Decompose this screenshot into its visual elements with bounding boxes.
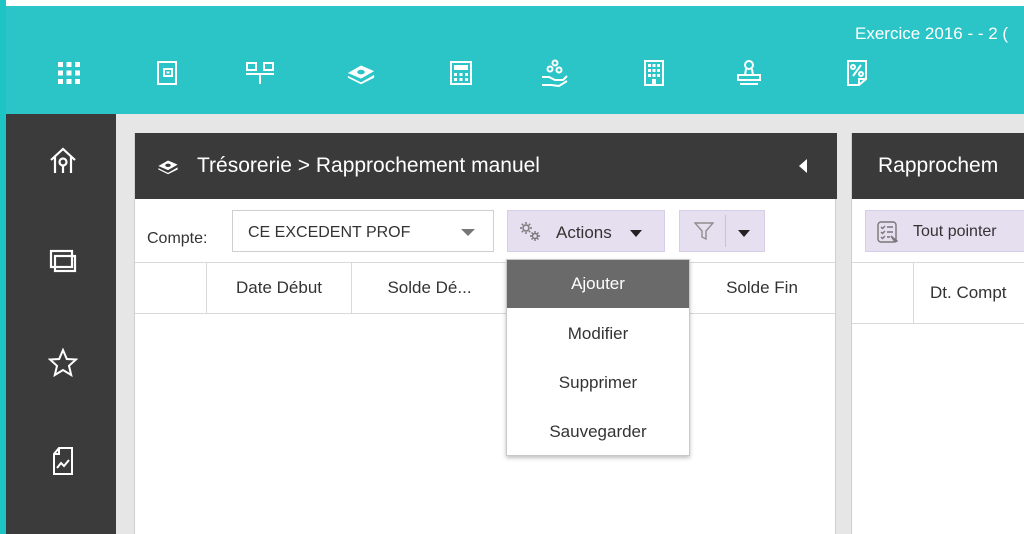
- report-chart-icon[interactable]: [46, 444, 80, 478]
- exercise-label: Exercice 2016 - - 2 (: [855, 24, 1009, 43]
- actions-menu: Ajouter Modifier Supprimer Sauvegarder: [506, 259, 690, 456]
- column-header-solde-fin[interactable]: Solde Fin: [687, 263, 837, 313]
- left-sidebar: [6, 114, 116, 534]
- column-header-select[interactable]: [135, 263, 207, 313]
- panel-toolbar: Compte: CE EXCEDENT PROF Actions: [135, 199, 837, 262]
- matching-panel: Rapprochem Tout pointer Dt. Compt: [851, 133, 1024, 534]
- tout-pointer-button[interactable]: Tout pointer: [865, 210, 1024, 252]
- grid-header: Date Début Solde Dé... Solde Fin: [135, 262, 837, 314]
- apps-grid-icon[interactable]: [54, 58, 84, 88]
- money-stack-icon: [157, 157, 179, 180]
- star-icon[interactable]: [46, 346, 80, 380]
- right-panel-title: Rapprochem: [878, 154, 999, 177]
- money-stack-icon[interactable]: [346, 58, 376, 88]
- filter-button[interactable]: [679, 210, 765, 252]
- org-chart-icon[interactable]: [245, 58, 275, 88]
- panel-header: Trésorerie > Rapprochement manuel: [135, 133, 837, 199]
- menu-item-sauvegarder[interactable]: Sauvegarder: [507, 408, 689, 456]
- right-grid-header: Dt. Compt: [852, 262, 1024, 324]
- filter-icon: [693, 221, 715, 246]
- column-header-dt-compt[interactable]: Dt. Compt: [930, 263, 1007, 323]
- right-column-header-select[interactable]: [852, 263, 914, 323]
- percent-document-icon[interactable]: [842, 58, 872, 88]
- building-icon[interactable]: [639, 58, 669, 88]
- column-header-date-debut[interactable]: Date Début: [207, 263, 352, 313]
- actions-button-label: Actions: [556, 223, 612, 242]
- hand-coins-icon[interactable]: [539, 58, 569, 88]
- menu-item-supprimer[interactable]: Supprimer: [507, 359, 689, 407]
- stamp-icon[interactable]: [734, 58, 764, 88]
- compte-select[interactable]: CE EXCEDENT PROF: [232, 210, 494, 252]
- chevron-down-icon[interactable]: [738, 230, 750, 237]
- chevron-down-icon: [630, 230, 642, 237]
- chevron-down-icon: [461, 229, 475, 236]
- panel-title: Trésorerie > Rapprochement manuel: [197, 154, 540, 177]
- gears-icon: [518, 221, 542, 248]
- tout-pointer-label: Tout pointer: [913, 223, 997, 240]
- reconciliation-panel: Trésorerie > Rapprochement manuel Compte…: [134, 133, 837, 534]
- home-icon[interactable]: [46, 144, 80, 178]
- checklist-icon: [876, 220, 900, 249]
- calculator-icon[interactable]: [446, 58, 476, 88]
- wallet-icon[interactable]: [152, 58, 182, 88]
- column-header-solde-debut[interactable]: Solde Dé...: [352, 263, 507, 313]
- menu-item-modifier[interactable]: Modifier: [507, 310, 689, 358]
- compte-select-value: CE EXCEDENT PROF: [248, 224, 411, 241]
- filter-divider: [725, 215, 726, 247]
- collapse-arrow-icon[interactable]: [799, 159, 807, 173]
- menu-item-ajouter[interactable]: Ajouter: [507, 260, 689, 308]
- top-toolbar: Exercice 2016 - - 2 (: [6, 6, 1024, 114]
- actions-button[interactable]: Actions: [507, 210, 665, 252]
- compte-label: Compte:: [147, 230, 208, 247]
- right-panel-header: Rapprochem: [852, 133, 1024, 199]
- windows-icon[interactable]: [46, 244, 80, 278]
